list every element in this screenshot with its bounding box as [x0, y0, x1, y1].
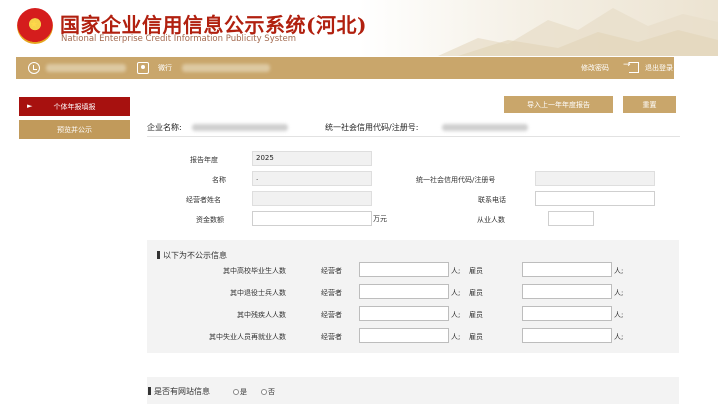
phone-label: 联系电话 [478, 196, 506, 204]
website-section-title: 是否有网站信息 [148, 386, 210, 397]
veterans-label: 其中退役士兵人数 [230, 289, 286, 297]
website-yes-label: 是 [240, 388, 247, 396]
credit-code-field [535, 171, 655, 186]
sidebar-item-annual-report[interactable]: ► 个体年报填报 [19, 97, 130, 116]
operator-label: 经营者 [321, 289, 342, 297]
redacted-username [182, 64, 270, 72]
employee-label: 雇员 [469, 333, 483, 341]
credit-code-field-label: 统一社会信用代码/注册号 [416, 176, 496, 184]
national-emblem-icon: ★ [17, 8, 53, 44]
phone-input[interactable] [535, 191, 655, 206]
mountain-decoration [438, 8, 718, 56]
reemployed-label: 其中失业人员再就业人数 [209, 333, 286, 341]
website-no-label: 否 [268, 388, 275, 396]
reemployed-operator-input[interactable] [359, 328, 449, 343]
operator-label: 经营者 [321, 333, 342, 341]
operator-name-label: 经营者姓名 [186, 196, 221, 204]
reemployed-employee-input[interactable] [522, 328, 612, 343]
credit-code-label: 统一社会信用代码/注册号: [325, 123, 419, 132]
import-last-year-button[interactable]: 导入上一年年度报告 [504, 96, 613, 113]
name-field: . [252, 171, 372, 186]
operator-name-field [252, 191, 372, 206]
website-yes-radio[interactable] [233, 389, 239, 395]
website-panel: 是否有网站信息 是 否 [147, 377, 679, 404]
capital-unit: 万元 [373, 215, 387, 223]
report-year-label: 报告年度 [190, 156, 218, 164]
person-suffix: 人; [614, 267, 624, 275]
reset-button[interactable]: 重置 [623, 96, 676, 113]
disabled-label: 其中残疾人人数 [237, 311, 286, 319]
change-password-link[interactable]: 修改密码 [581, 63, 609, 73]
sidebar-item-preview-publish[interactable]: 预览并公示 [19, 120, 130, 139]
report-year-field: 2025 [252, 151, 372, 166]
graduates-label: 其中高校毕业生人数 [223, 267, 286, 275]
person-suffix: 人; [614, 289, 624, 297]
person-suffix: 人; [614, 311, 624, 319]
capital-input[interactable] [252, 211, 372, 226]
graduates-employee-input[interactable] [522, 262, 612, 277]
employee-label: 雇员 [469, 267, 483, 275]
person-suffix: 人; [451, 267, 461, 275]
disabled-operator-input[interactable] [359, 306, 449, 321]
user-bar: 微行 修改密码 退出登录 [16, 57, 674, 79]
employees-input[interactable] [548, 211, 594, 226]
sidebar-item-label: 个体年报填报 [53, 102, 96, 111]
person-suffix: 人; [451, 311, 461, 319]
employee-label: 雇员 [469, 289, 483, 297]
operator-label: 经营者 [321, 311, 342, 319]
user-label: 微行 [158, 64, 172, 72]
logout-link[interactable]: 退出登录 [645, 63, 673, 73]
arrow-right-icon: ► [27, 102, 33, 110]
person-suffix: 人; [614, 333, 624, 341]
employee-label: 雇员 [469, 311, 483, 319]
divider [147, 136, 680, 137]
employees-label: 从业人数 [477, 216, 505, 224]
logout-icon[interactable] [623, 60, 639, 73]
redacted-datetime [46, 64, 126, 72]
operator-label: 经营者 [321, 267, 342, 275]
person-suffix: 人; [451, 289, 461, 297]
website-no-radio[interactable] [261, 389, 267, 395]
capital-label: 资金数额 [196, 216, 224, 224]
nonpublic-section-title: 以下为不公示信息 [157, 250, 227, 261]
site-subtitle: National Enterprise Credit Information P… [61, 34, 296, 44]
redacted-company-name [192, 124, 288, 131]
sidebar-item-label: 预览并公示 [57, 125, 92, 134]
redacted-credit-code [442, 124, 528, 131]
site-header: ★ 国家企业信用信息公示系统(河北) National Enterprise C… [0, 0, 718, 56]
company-name-label: 企业名称: [147, 123, 182, 132]
veterans-employee-input[interactable] [522, 284, 612, 299]
veterans-operator-input[interactable] [359, 284, 449, 299]
graduates-operator-input[interactable] [359, 262, 449, 277]
clock-icon [28, 62, 40, 74]
name-label: 名称 [212, 176, 226, 184]
person-suffix: 人; [451, 333, 461, 341]
user-icon [137, 62, 149, 74]
disabled-employee-input[interactable] [522, 306, 612, 321]
